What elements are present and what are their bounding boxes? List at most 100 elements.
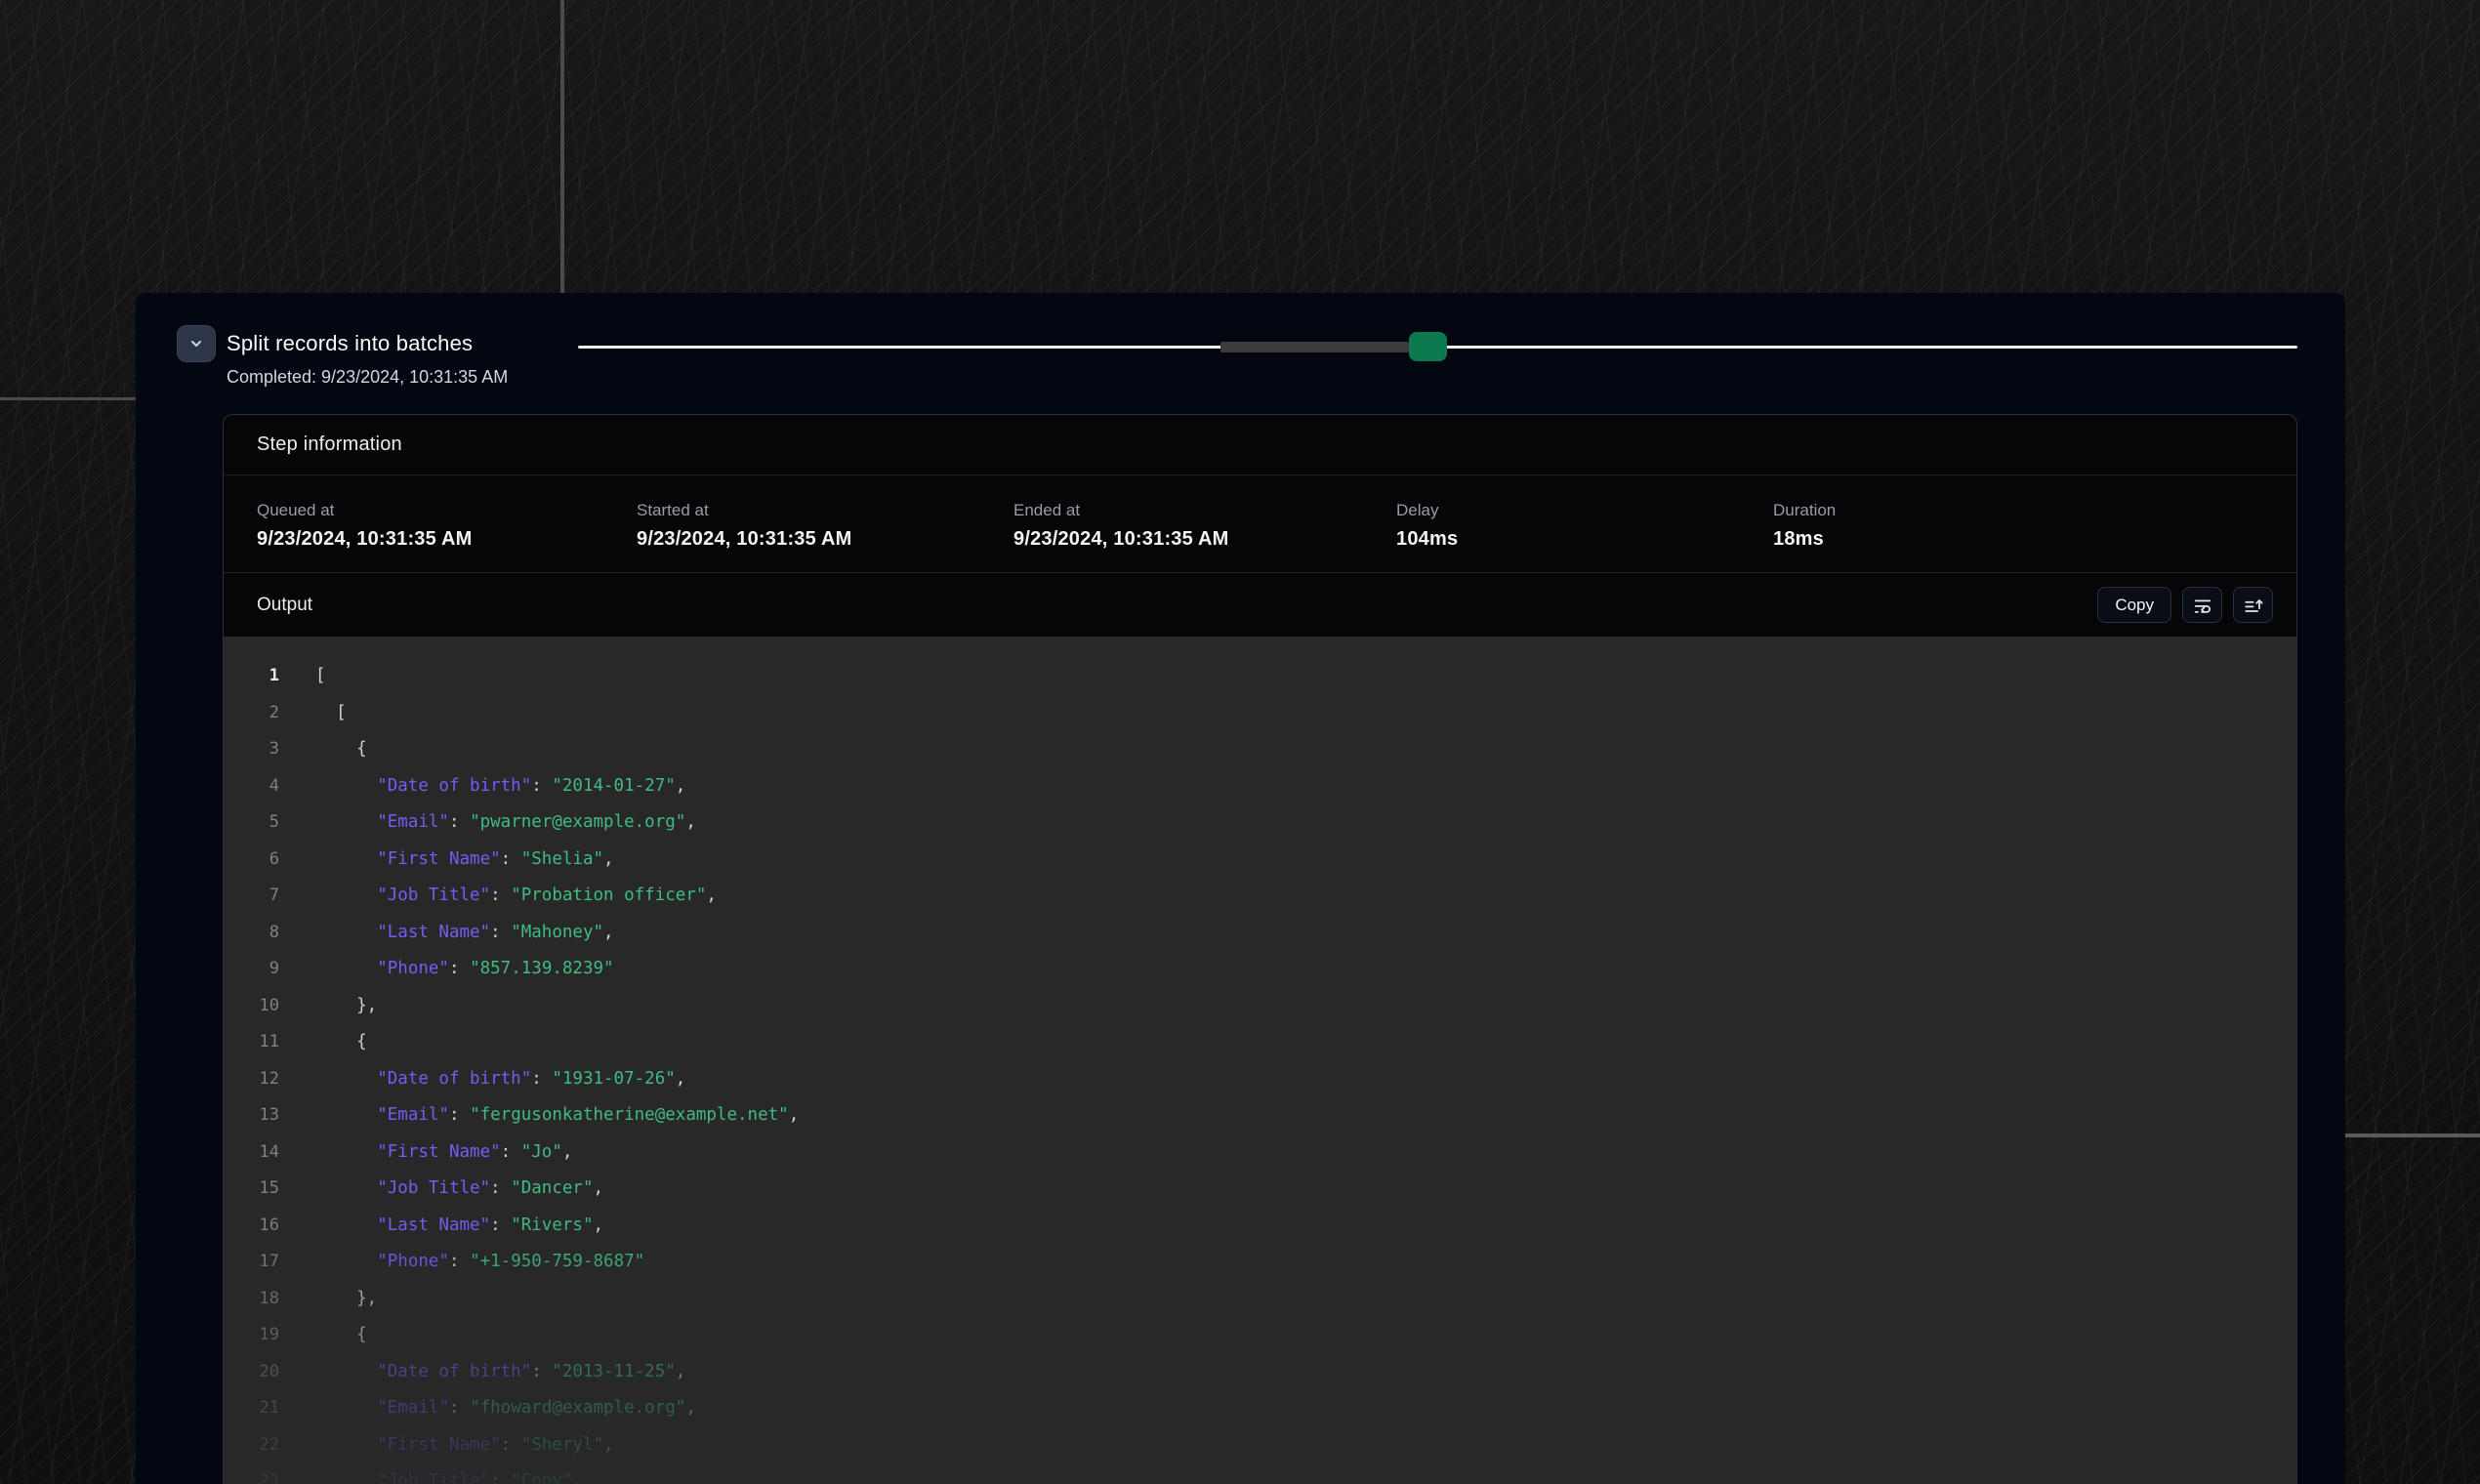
code-text: "Email": "pwarner@example.org", xyxy=(315,804,696,842)
step-information-header: Step information xyxy=(224,415,2296,475)
code-line: 18 }, xyxy=(224,1281,2296,1318)
step-timeline[interactable] xyxy=(578,328,2297,367)
info-label: Duration xyxy=(1773,501,2296,520)
line-number: 9 xyxy=(224,951,279,988)
code-line: 16 "Last Name": "Rivers", xyxy=(224,1208,2296,1245)
info-value: 9/23/2024, 10:31:35 AM xyxy=(257,527,637,551)
code-line: 10 }, xyxy=(224,988,2296,1025)
wrap-text-button[interactable] xyxy=(2182,587,2222,623)
line-number: 7 xyxy=(224,878,279,915)
code-text: "Date of birth": "2013-11-25", xyxy=(315,1354,685,1391)
info-value: 9/23/2024, 10:31:35 AM xyxy=(1013,527,1396,551)
line-number: 19 xyxy=(224,1317,279,1354)
code-line: 19 { xyxy=(224,1317,2296,1354)
scroll-to-top-button[interactable] xyxy=(2233,587,2273,623)
code-text: "Phone": "+1-950-759-8687" xyxy=(315,1244,644,1281)
step-info-grid: Queued at9/23/2024, 10:31:35 AMStarted a… xyxy=(224,475,2296,573)
code-text: "Job Title": "Copy", xyxy=(315,1463,583,1484)
code-line: 6 "First Name": "Shelia", xyxy=(224,842,2296,879)
line-number: 13 xyxy=(224,1097,279,1134)
code-line: 7 "Job Title": "Probation officer", xyxy=(224,878,2296,915)
code-text: "Last Name": "Mahoney", xyxy=(315,915,614,952)
code-line: 12 "Date of birth": "1931-07-26", xyxy=(224,1061,2296,1098)
code-text: }, xyxy=(315,1281,377,1318)
code-text: "Email": "fergusonkatherine@example.net"… xyxy=(315,1097,799,1134)
output-actions: Copy xyxy=(2097,587,2273,623)
info-value: 104ms xyxy=(1396,527,1773,551)
code-line: 5 "Email": "pwarner@example.org", xyxy=(224,804,2296,842)
line-number: 18 xyxy=(224,1281,279,1318)
code-line: 13 "Email": "fergusonkatherine@example.n… xyxy=(224,1097,2296,1134)
code-line: 1[ xyxy=(224,658,2296,695)
info-label: Queued at xyxy=(257,501,637,520)
code-line: 11 { xyxy=(224,1024,2296,1061)
code-text: "Last Name": "Rivers", xyxy=(315,1208,603,1245)
info-label: Ended at xyxy=(1013,501,1396,520)
code-text: { xyxy=(315,1317,367,1354)
collapse-step-button[interactable] xyxy=(177,325,216,362)
scroll-to-top-icon xyxy=(2243,595,2264,616)
code-line: 14 "First Name": "Jo", xyxy=(224,1134,2296,1172)
line-number: 10 xyxy=(224,988,279,1025)
code-line: 9 "Phone": "857.139.8239" xyxy=(224,951,2296,988)
timeline-handle[interactable] xyxy=(1409,332,1447,361)
code-line: 4 "Date of birth": "2014-01-27", xyxy=(224,768,2296,805)
info-value: 9/23/2024, 10:31:35 AM xyxy=(637,527,1013,551)
code-text: { xyxy=(315,1024,367,1061)
timeline-range-segment xyxy=(1220,342,1409,352)
line-number: 20 xyxy=(224,1354,279,1391)
line-number: 11 xyxy=(224,1024,279,1061)
output-header: Output Copy xyxy=(224,573,2296,637)
line-number: 15 xyxy=(224,1171,279,1208)
line-number: 6 xyxy=(224,842,279,879)
step-title: Split records into batches xyxy=(227,330,473,357)
code-line: 21 "Email": "fhoward@example.org", xyxy=(224,1390,2296,1427)
code-line: 15 "Job Title": "Dancer", xyxy=(224,1171,2296,1208)
line-number: 23 xyxy=(224,1463,279,1484)
code-line: 3 { xyxy=(224,731,2296,768)
background-right-line xyxy=(2345,1134,2480,1137)
chevron-down-icon xyxy=(188,336,204,351)
line-number: 17 xyxy=(224,1244,279,1281)
output-title: Output xyxy=(257,595,312,616)
code-text: "Date of birth": "2014-01-27", xyxy=(315,768,685,805)
code-line: 20 "Date of birth": "2013-11-25", xyxy=(224,1354,2296,1391)
code-text: { xyxy=(315,731,367,768)
code-text: "Phone": "857.139.8239" xyxy=(315,951,614,988)
line-number: 8 xyxy=(224,915,279,952)
code-text: }, xyxy=(315,988,377,1025)
copy-button[interactable]: Copy xyxy=(2097,587,2171,623)
step-information-title: Step information xyxy=(257,433,402,456)
line-number: 4 xyxy=(224,768,279,805)
step-information-card: Step information Queued at9/23/2024, 10:… xyxy=(223,414,2297,1484)
wrap-text-icon xyxy=(2192,595,2213,616)
code-line: 23 "Job Title": "Copy", xyxy=(224,1463,2296,1484)
code-line: 22 "First Name": "Sheryl", xyxy=(224,1427,2296,1464)
code-text: "Email": "fhoward@example.org", xyxy=(315,1390,696,1427)
line-number: 12 xyxy=(224,1061,279,1098)
step-status-line: Completed: 9/23/2024, 10:31:35 AM xyxy=(227,365,508,389)
screen: Split records into batches Completed: 9/… xyxy=(0,0,2480,1484)
code-text: "Job Title": "Probation officer", xyxy=(315,878,717,915)
code-text: "Date of birth": "1931-07-26", xyxy=(315,1061,685,1098)
code-text: [ xyxy=(315,658,326,695)
code-text: "First Name": "Shelia", xyxy=(315,842,614,879)
info-value: 18ms xyxy=(1773,527,2296,551)
line-number: 1 xyxy=(224,658,279,695)
line-number: 2 xyxy=(224,695,279,732)
code-text: [ xyxy=(315,695,347,732)
code-line: 17 "Phone": "+1-950-759-8687" xyxy=(224,1244,2296,1281)
line-number: 5 xyxy=(224,804,279,842)
info-label: Delay xyxy=(1396,501,1773,520)
code-text: "First Name": "Jo", xyxy=(315,1134,572,1172)
info-label: Started at xyxy=(637,501,1013,520)
line-number: 16 xyxy=(224,1208,279,1245)
line-number: 22 xyxy=(224,1427,279,1464)
line-number: 3 xyxy=(224,731,279,768)
line-number: 14 xyxy=(224,1134,279,1172)
info-field: Queued at 9/23/2024, 10:31:35 AM xyxy=(257,501,637,572)
code-line: 8 "Last Name": "Mahoney", xyxy=(224,915,2296,952)
output-code-viewer[interactable]: 1[2 [3 {4 "Date of birth": "2014-01-27",… xyxy=(224,637,2296,1484)
code-text: "First Name": "Sheryl", xyxy=(315,1427,614,1464)
info-field: Delay 104ms xyxy=(1396,501,1773,572)
